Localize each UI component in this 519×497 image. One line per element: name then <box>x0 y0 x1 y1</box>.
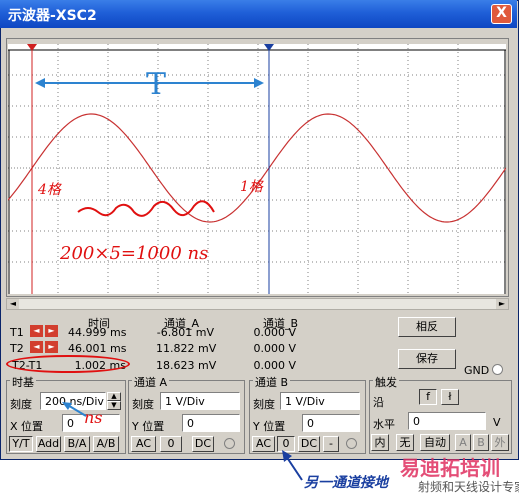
window-title: 示波器-XSC2 <box>8 8 97 24</box>
trigger-external-button[interactable]: 外 <box>491 434 509 451</box>
t1-channel-b: 0.000 V <box>253 326 296 339</box>
t2-left-arrow-icon[interactable]: ◄ <box>30 341 43 353</box>
channel-a-gnd-button[interactable]: 0 <box>160 436 182 452</box>
mode-yt-button[interactable]: Y/T <box>9 436 33 452</box>
channel-a-radio[interactable] <box>224 438 235 449</box>
calculation-note: 200×5=1000 ns <box>59 243 208 264</box>
timebase-title: 时基 <box>10 374 36 390</box>
watermark-subtext: 射频和天线设计专家 <box>418 480 519 494</box>
ground-note: 另一通道接地 <box>304 475 388 491</box>
channel-b-ypos-field[interactable]: 0 <box>302 414 360 432</box>
period-arrow-right-head <box>254 78 264 88</box>
channel-b-invert-button[interactable]: - <box>323 436 339 452</box>
save-button[interactable]: 保存 <box>398 349 456 369</box>
channel-a-ypos-label: Y 位置 <box>132 420 165 433</box>
trigger-auto-button[interactable]: 自动 <box>420 434 450 451</box>
trigger-level-field[interactable]: 0 <box>408 412 486 430</box>
close-button[interactable]: X <box>491 4 512 24</box>
t2-time: 46.001 ms <box>68 342 127 355</box>
scale-up-icon[interactable]: ▲ <box>107 392 121 401</box>
trigger-source-b-button[interactable]: B <box>473 434 489 451</box>
t2-channel-a: 11.822 mV <box>156 342 217 355</box>
gnd-radio[interactable] <box>492 364 503 375</box>
unit-note-arrow <box>62 402 87 417</box>
title-bar[interactable]: 示波器-XSC2 X <box>0 0 517 28</box>
watermark-text: 易迪拓培训 <box>400 456 500 480</box>
scale-down-icon[interactable]: ▼ <box>107 401 121 410</box>
trigger-rising-edge-button[interactable]: f <box>419 389 437 405</box>
division-count-note: 4格 <box>37 182 62 198</box>
t2-right-arrow-icon[interactable]: ► <box>45 341 58 353</box>
division-scribble <box>77 200 215 217</box>
row-label-t2: T2 <box>10 342 24 355</box>
trigger-title: 触发 <box>373 374 399 390</box>
channel-b-ypos-label: Y 位置 <box>253 420 286 433</box>
mode-add-button[interactable]: Add <box>36 436 61 452</box>
oscilloscope-screen: T 4格 1格 200×5=1000 ns <box>8 44 506 294</box>
highlight-ellipse <box>6 355 130 373</box>
trigger-falling-edge-button[interactable]: ł <box>441 389 459 405</box>
channel-b-ac-button[interactable]: AC <box>252 436 275 452</box>
scroll-left-icon[interactable]: ◄ <box>7 299 19 309</box>
period-arrow-left-head <box>35 78 45 88</box>
t2-channel-b: 0.000 V <box>253 342 296 355</box>
reverse-button[interactable]: 相反 <box>398 317 456 337</box>
trigger-level-label: 水平 <box>373 418 395 431</box>
mode-ba-button[interactable]: B/A <box>64 436 90 452</box>
xpos-label: X 位置 <box>10 420 44 433</box>
channel-a-title: 通道 A <box>132 374 170 390</box>
scroll-right-icon[interactable]: ► <box>496 299 508 309</box>
horizontal-scrollbar[interactable]: ◄ ► <box>6 298 509 310</box>
channel-a-dc-button[interactable]: DC <box>192 436 214 452</box>
cursor-division-note: 1格 <box>240 179 264 195</box>
trigger-none-button[interactable]: 无 <box>396 434 414 451</box>
trigger-internal-button[interactable]: 内 <box>371 434 389 451</box>
period-label: T <box>146 67 166 102</box>
channel-b-radio[interactable] <box>346 438 357 449</box>
t2-t1-channel-b: 0.000 V <box>253 359 296 372</box>
trigger-edge-label: 沿 <box>373 396 384 409</box>
timebase-scale-label: 刻度 <box>10 398 32 411</box>
channel-a-ypos-field[interactable]: 0 <box>182 414 240 432</box>
readout-panel: 时间 通道_A 通道_B T1 ◄ ► 44.999 ms -6.801 mV … <box>6 312 391 373</box>
channel-a-scale-field[interactable]: 1 V/Div <box>160 392 240 410</box>
t2-t1-channel-a: 18.623 mV <box>156 359 217 372</box>
t1-time: 44.999 ms <box>68 326 127 339</box>
channel-b-title: 通道 B <box>253 374 291 390</box>
trigger-level-unit: V <box>493 416 501 429</box>
mode-ab-button[interactable]: A/B <box>93 436 119 452</box>
channel-b-scale-label: 刻度 <box>253 398 275 411</box>
t1-right-arrow-icon[interactable]: ► <box>45 325 58 337</box>
t1-left-arrow-icon[interactable]: ◄ <box>30 325 43 337</box>
trigger-source-a-button[interactable]: A <box>455 434 471 451</box>
row-label-t1: T1 <box>10 326 24 339</box>
channel-b-scale-field[interactable]: 1 V/Div <box>280 392 360 410</box>
gnd-label: GND <box>464 364 490 377</box>
channel-a-scale-label: 刻度 <box>132 398 154 411</box>
t1-channel-a: -6.801 mV <box>156 326 214 339</box>
channel-a-ac-button[interactable]: AC <box>131 436 156 452</box>
